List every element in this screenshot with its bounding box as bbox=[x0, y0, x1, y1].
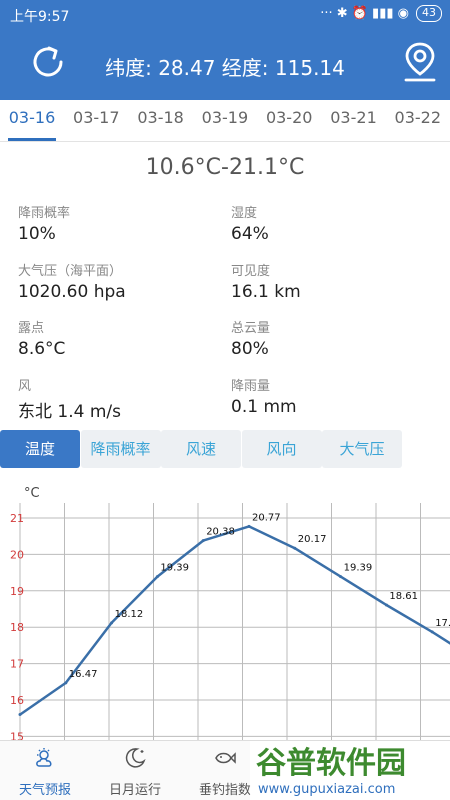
data-label: 20.17 bbox=[298, 534, 327, 545]
nav-label: 日月运行 bbox=[108, 783, 161, 798]
tab-date-03-21[interactable]: 03-21 bbox=[322, 100, 386, 142]
date-tabs: 03-16 03-17 03-18 03-19 03-20 03-21 03-22 bbox=[0, 100, 450, 142]
watermark-logo: 谷普软件园 www.gupuxiazai.com bbox=[250, 741, 450, 800]
fish-icon bbox=[215, 752, 236, 764]
info-value: 东北 1.4 m/s bbox=[18, 401, 121, 422]
svg-text:谷普软件园: 谷普软件园 bbox=[256, 746, 406, 781]
info-label: 湿度 bbox=[231, 206, 258, 221]
temperature-range: 10.6°C-21.1°C bbox=[145, 155, 305, 180]
nav-sun-moon[interactable]: 日月运行 bbox=[90, 741, 180, 800]
data-label: 20.77 bbox=[252, 512, 281, 523]
temperature-chart: 21 20 19 18 17 16 15 °C 16.47 18.12 19.39 20.38 20.7… bbox=[0, 478, 450, 740]
info-label: 大气压（海平面） bbox=[18, 263, 123, 279]
data-point bbox=[201, 539, 205, 543]
info-wind: 风东北 1.4 m/s bbox=[18, 375, 218, 422]
info-cloud-cover: 总云量 80% bbox=[231, 317, 431, 359]
info-label: 露点 bbox=[18, 321, 45, 336]
svg-text:www.gupuxiazai.com: www.gupuxiazai.com bbox=[258, 782, 395, 797]
tab-metric-rain-probability[interactable]: 降雨概率 bbox=[80, 430, 161, 468]
y-axis-label: °C bbox=[24, 486, 40, 501]
status-icons: ··· ✱ ⏰ ▮▮▮ ◉ 43 bbox=[320, 5, 442, 22]
y-tick-label: 18 bbox=[10, 621, 24, 634]
info-value: 0.1 mm bbox=[231, 396, 297, 417]
tab-metric-wind-speed[interactable]: 风速 bbox=[161, 430, 241, 468]
info-visibility: 可见度 16.1 km bbox=[231, 260, 431, 302]
info-value: 8.6°C bbox=[18, 339, 66, 359]
location-icon[interactable] bbox=[400, 40, 440, 84]
info-rain-probability: 降雨概率 10% bbox=[18, 202, 218, 244]
tab-date-03-20[interactable]: 03-20 bbox=[257, 100, 321, 142]
info-value: 64% bbox=[231, 224, 269, 244]
app-bar: 纬度: 28.47 经度: 115.14 bbox=[0, 30, 450, 100]
data-label: 18.12 bbox=[115, 609, 144, 620]
status-time: 上午9:57 bbox=[10, 9, 70, 25]
data-label: 17.87 bbox=[435, 618, 450, 629]
info-value: 10% bbox=[18, 224, 56, 244]
data-label: 19.39 bbox=[344, 563, 373, 574]
data-point bbox=[293, 546, 297, 550]
info-humidity: 湿度 64% bbox=[231, 202, 431, 244]
data-label: 18.61 bbox=[389, 591, 418, 602]
info-value: 1020.60 hpa bbox=[18, 281, 126, 302]
nav-weather-forecast[interactable]: 天气预报 bbox=[0, 741, 90, 800]
info-label: 降雨量 bbox=[231, 378, 271, 394]
info-label: 总云量 bbox=[231, 321, 271, 336]
data-label: 19.39 bbox=[160, 563, 189, 574]
data-label: 20.38 bbox=[206, 527, 235, 538]
tab-metric-wind-direction[interactable]: 风向 bbox=[241, 430, 322, 468]
status-indicators: ··· ✱ ⏰ ▮▮▮ ◉ bbox=[320, 6, 409, 21]
status-bar: 上午9:57 ··· ✱ ⏰ ▮▮▮ ◉ 43 bbox=[0, 0, 450, 30]
info-dew-point: 露点 8.6°C bbox=[18, 317, 218, 359]
data-label: 16.47 bbox=[69, 669, 98, 680]
tab-metric-pressure[interactable]: 大气压 bbox=[322, 430, 402, 468]
info-value: 16.1 km bbox=[231, 281, 301, 302]
data-point bbox=[430, 630, 434, 634]
moon-icon bbox=[125, 748, 146, 768]
chart-svg: 21 20 19 18 17 16 15 °C 16.47 18.12 19.39 20.38 20.7… bbox=[10, 486, 450, 740]
info-value: 80% bbox=[231, 339, 269, 359]
info-label: 风 bbox=[18, 378, 32, 394]
info-label: 降雨概率 bbox=[18, 206, 71, 221]
y-tick-label: 17 bbox=[10, 658, 24, 671]
y-tick-label: 21 bbox=[10, 512, 24, 525]
battery-icon: 43 bbox=[416, 5, 442, 22]
data-point bbox=[18, 713, 22, 717]
data-point bbox=[110, 621, 114, 625]
data-point bbox=[384, 603, 388, 607]
tab-metric-temperature[interactable]: 温度 bbox=[0, 430, 80, 468]
y-tick-label: 16 bbox=[10, 694, 24, 707]
info-pressure: 大气压（海平面） 1020.60 hpa bbox=[18, 260, 218, 302]
metric-tabs: 温度 降雨概率 风速 风向 大气压 bbox=[0, 430, 450, 468]
data-point bbox=[247, 524, 251, 528]
tab-date-03-19[interactable]: 03-19 bbox=[193, 100, 257, 142]
y-tick-label: 20 bbox=[10, 548, 24, 561]
data-point bbox=[155, 575, 159, 579]
info-label: 可见度 bbox=[231, 263, 271, 279]
tab-date-03-22[interactable]: 03-22 bbox=[386, 100, 450, 142]
tab-date-03-16[interactable]: 03-16 bbox=[0, 100, 64, 142]
info-rainfall: 降雨量 0.1 mm bbox=[231, 375, 431, 417]
data-point bbox=[64, 681, 68, 685]
tab-date-03-17[interactable]: 03-17 bbox=[64, 100, 128, 142]
coordinates-title: 纬度: 28.47 经度: 115.14 bbox=[105, 56, 345, 80]
y-tick-label: 15 bbox=[10, 730, 24, 740]
weather-icon bbox=[36, 748, 52, 767]
tab-date-03-18[interactable]: 03-18 bbox=[129, 100, 193, 142]
y-tick-label: 19 bbox=[10, 585, 24, 598]
data-point bbox=[339, 575, 343, 579]
nav-label: 天气预报 bbox=[18, 783, 71, 798]
